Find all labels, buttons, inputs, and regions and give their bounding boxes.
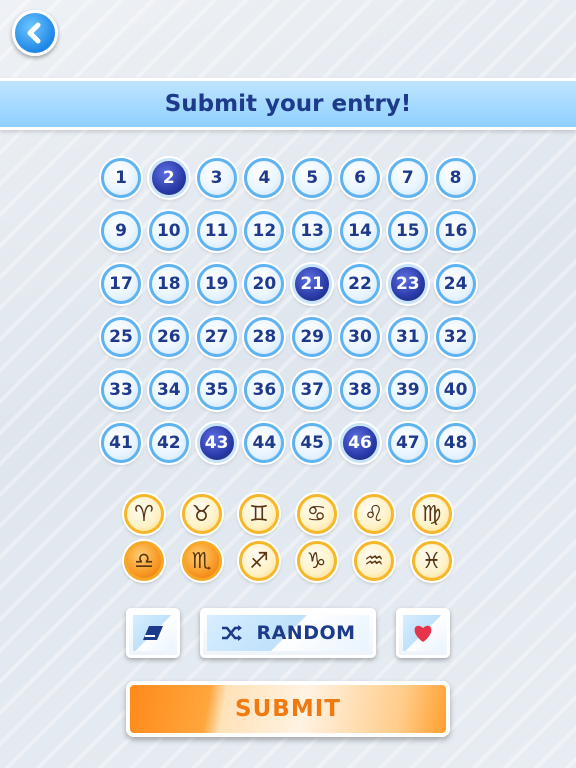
number-ball[interactable]: 3 [196, 158, 237, 198]
number-ball[interactable]: 8 [435, 158, 476, 198]
number-ball[interactable]: 40 [435, 370, 476, 410]
clear-button-face [133, 615, 173, 651]
random-label: RANDOM [256, 622, 356, 644]
number-ball[interactable]: 36 [244, 370, 285, 410]
number-ball[interactable]: 15 [387, 211, 428, 251]
number-ball[interactable]: 12 [244, 211, 285, 251]
number-ball[interactable]: 29 [292, 317, 333, 357]
number-ball[interactable]: 13 [292, 211, 333, 251]
aquarius-icon[interactable]: ♒ [354, 541, 394, 581]
submit-button[interactable]: SUBMIT [126, 681, 450, 737]
number-ball[interactable]: 42 [148, 423, 189, 463]
favorite-button-face [403, 615, 443, 651]
number-ball[interactable]: 43 [196, 423, 237, 463]
capricorn-icon[interactable]: ♑ [296, 541, 337, 581]
number-ball[interactable]: 19 [196, 264, 237, 304]
title-banner: Submit your entry! [0, 78, 576, 130]
virgo-icon[interactable]: ♍ [411, 494, 452, 534]
number-ball[interactable]: 33 [101, 370, 141, 410]
number-ball[interactable]: 34 [148, 370, 189, 410]
submit-label: SUBMIT [235, 696, 341, 722]
number-ball[interactable]: 44 [244, 423, 285, 463]
random-button-face: RANDOM [207, 615, 369, 651]
eraser-icon [143, 626, 163, 640]
number-ball[interactable]: 31 [387, 317, 428, 357]
number-ball[interactable]: 23 [387, 264, 428, 304]
random-button[interactable]: RANDOM [200, 608, 376, 658]
pisces-icon[interactable]: ♓ [411, 541, 452, 581]
number-ball[interactable]: 2 [148, 158, 189, 198]
number-ball[interactable]: 48 [435, 423, 476, 463]
number-ball[interactable]: 35 [196, 370, 237, 410]
number-ball[interactable]: 18 [148, 264, 189, 304]
shuffle-icon [222, 625, 243, 641]
gemini-icon[interactable]: ♊ [239, 494, 279, 534]
number-ball[interactable]: 38 [340, 370, 380, 410]
taurus-icon[interactable]: ♉ [181, 494, 222, 534]
number-ball[interactable]: 11 [196, 211, 237, 251]
number-ball[interactable]: 24 [435, 264, 476, 304]
number-ball[interactable]: 6 [340, 158, 380, 198]
number-ball[interactable]: 5 [292, 158, 333, 198]
number-ball[interactable]: 7 [387, 158, 428, 198]
number-ball[interactable]: 47 [387, 423, 428, 463]
clear-button[interactable] [126, 608, 180, 658]
number-ball[interactable]: 39 [387, 370, 428, 410]
number-ball[interactable]: 30 [340, 317, 380, 357]
leo-icon[interactable]: ♌ [354, 494, 394, 534]
number-ball[interactable]: 20 [244, 264, 285, 304]
number-ball[interactable]: 22 [340, 264, 380, 304]
page-title: Submit your entry! [164, 91, 412, 117]
number-ball[interactable]: 9 [101, 211, 141, 251]
number-ball[interactable]: 41 [101, 423, 141, 463]
number-ball[interactable]: 46 [340, 423, 380, 463]
number-ball[interactable]: 25 [101, 317, 141, 357]
number-ball[interactable]: 10 [148, 211, 189, 251]
libra-icon[interactable]: ♎ [124, 541, 164, 581]
number-ball[interactable]: 27 [196, 317, 237, 357]
number-ball[interactable]: 32 [435, 317, 476, 357]
number-ball[interactable]: 45 [292, 423, 333, 463]
chevron-left-icon [27, 22, 41, 44]
number-ball[interactable]: 14 [340, 211, 380, 251]
number-ball[interactable]: 21 [292, 264, 333, 304]
number-ball[interactable]: 28 [244, 317, 285, 357]
cancer-icon[interactable]: ♋ [296, 494, 337, 534]
favorite-button[interactable] [396, 608, 450, 658]
scorpio-icon[interactable]: ♏ [181, 541, 222, 581]
heart-icon [414, 625, 432, 642]
back-button[interactable] [12, 10, 58, 56]
sagittarius-icon[interactable]: ♐ [239, 541, 279, 581]
aries-icon[interactable]: ♈ [124, 494, 164, 534]
number-ball[interactable]: 37 [292, 370, 333, 410]
number-ball[interactable]: 1 [101, 158, 141, 198]
number-ball[interactable]: 4 [244, 158, 285, 198]
number-ball[interactable]: 26 [148, 317, 189, 357]
number-ball[interactable]: 17 [101, 264, 141, 304]
number-ball[interactable]: 16 [435, 211, 476, 251]
